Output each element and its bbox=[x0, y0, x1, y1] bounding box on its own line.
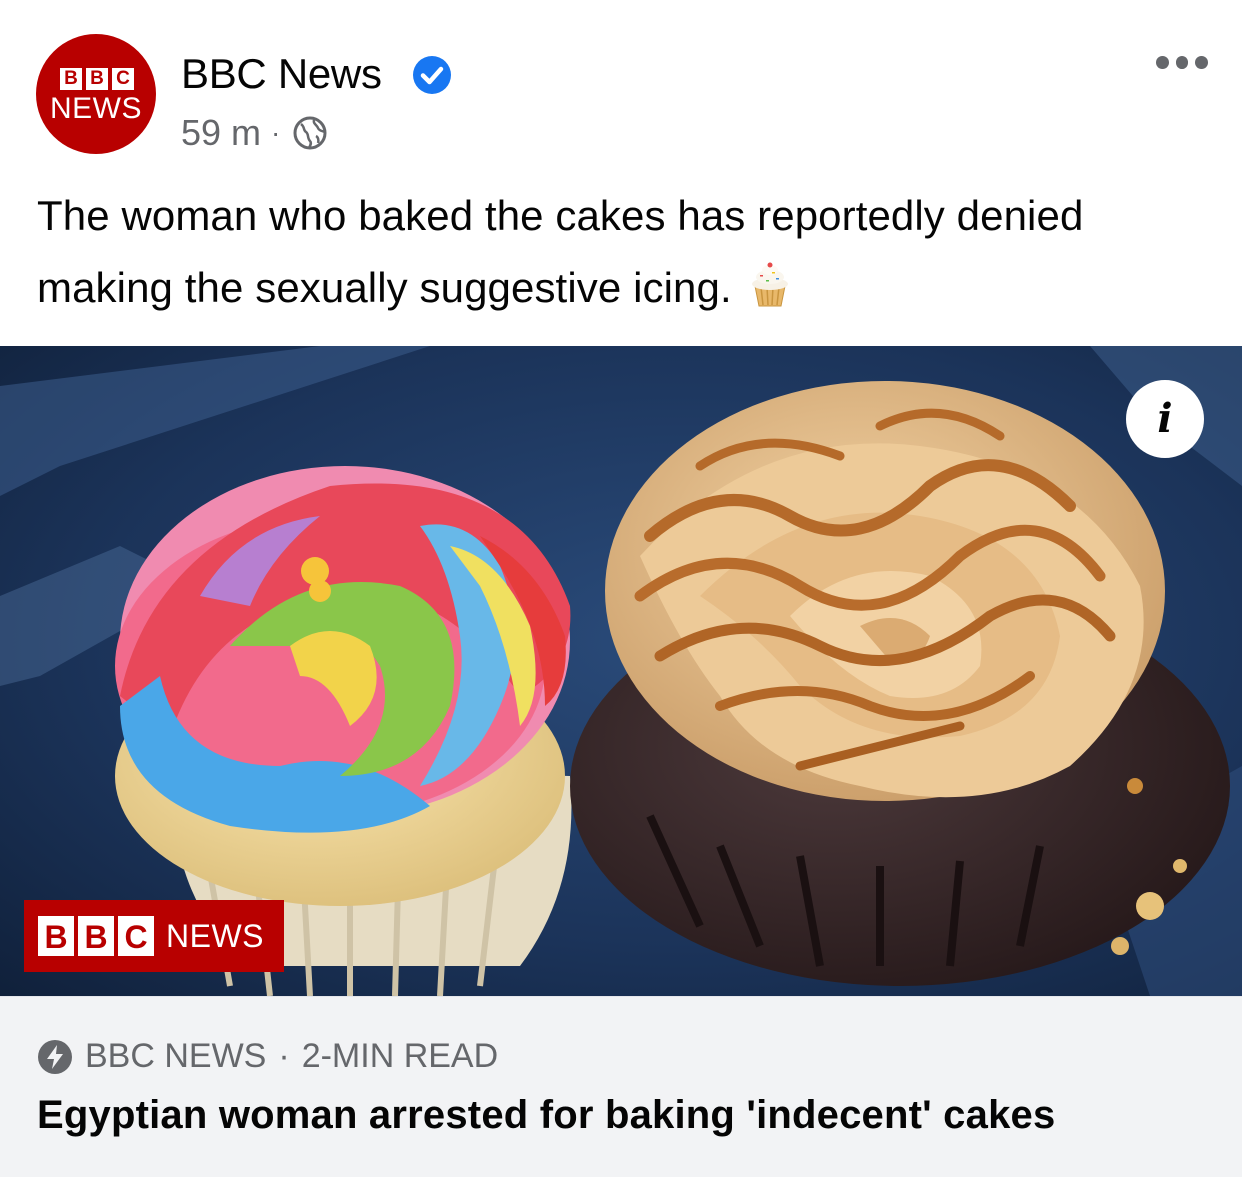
post-message: The woman who baked the cakes has report… bbox=[37, 180, 1217, 324]
read-time: 2-MIN READ bbox=[301, 1037, 499, 1075]
globe-icon[interactable] bbox=[292, 115, 328, 151]
link-source-row: BBC NEWS · 2-MIN READ bbox=[37, 1037, 498, 1076]
cupcake-emoji-icon bbox=[746, 258, 794, 307]
post-message-line: making the sexually suggestive icing. bbox=[37, 252, 1217, 324]
link-source: BBC NEWS bbox=[85, 1037, 267, 1075]
logo-letter: C bbox=[112, 68, 134, 90]
link-headline[interactable]: Egyptian woman arrested for baking 'inde… bbox=[37, 1093, 1055, 1138]
meta-separator: · bbox=[271, 117, 281, 148]
dot bbox=[1195, 56, 1209, 69]
badge-word: NEWS bbox=[166, 917, 264, 954]
post-time-link[interactable]: 59 m bbox=[181, 112, 261, 154]
post-message-line: The woman who baked the cakes has report… bbox=[37, 192, 1084, 239]
logo-word: NEWS bbox=[50, 92, 142, 125]
post-meta: 59 m · bbox=[181, 112, 328, 154]
badge-letter: B bbox=[38, 916, 74, 956]
more-options-icon[interactable] bbox=[1156, 56, 1209, 72]
logo-letter: B bbox=[86, 68, 108, 90]
bbc-logo: B B C bbox=[60, 68, 134, 90]
badge-letter: B bbox=[78, 916, 114, 956]
post-header: B B C NEWS BBC News 59 m · bbox=[0, 0, 1242, 170]
logo-letter: B bbox=[60, 68, 82, 90]
badge-letter: C bbox=[118, 916, 154, 956]
dot bbox=[1175, 56, 1189, 69]
page-avatar[interactable]: B B C NEWS bbox=[36, 34, 156, 154]
lightning-bolt-icon bbox=[37, 1039, 73, 1075]
dot bbox=[1156, 56, 1169, 69]
info-icon[interactable]: i bbox=[1126, 380, 1204, 458]
page-name-link[interactable]: BBC News bbox=[181, 50, 382, 98]
bbc-news-watermark: B B C NEWS bbox=[24, 900, 284, 972]
source-separator: · bbox=[278, 1037, 290, 1075]
link-preview-image[interactable] bbox=[0, 346, 1242, 996]
link-preview-footer[interactable]: BBC NEWS · 2-MIN READ Egyptian woman arr… bbox=[0, 996, 1242, 1177]
verified-badge-icon bbox=[413, 56, 451, 94]
post-message-text: making the sexually suggestive icing. bbox=[37, 264, 732, 311]
